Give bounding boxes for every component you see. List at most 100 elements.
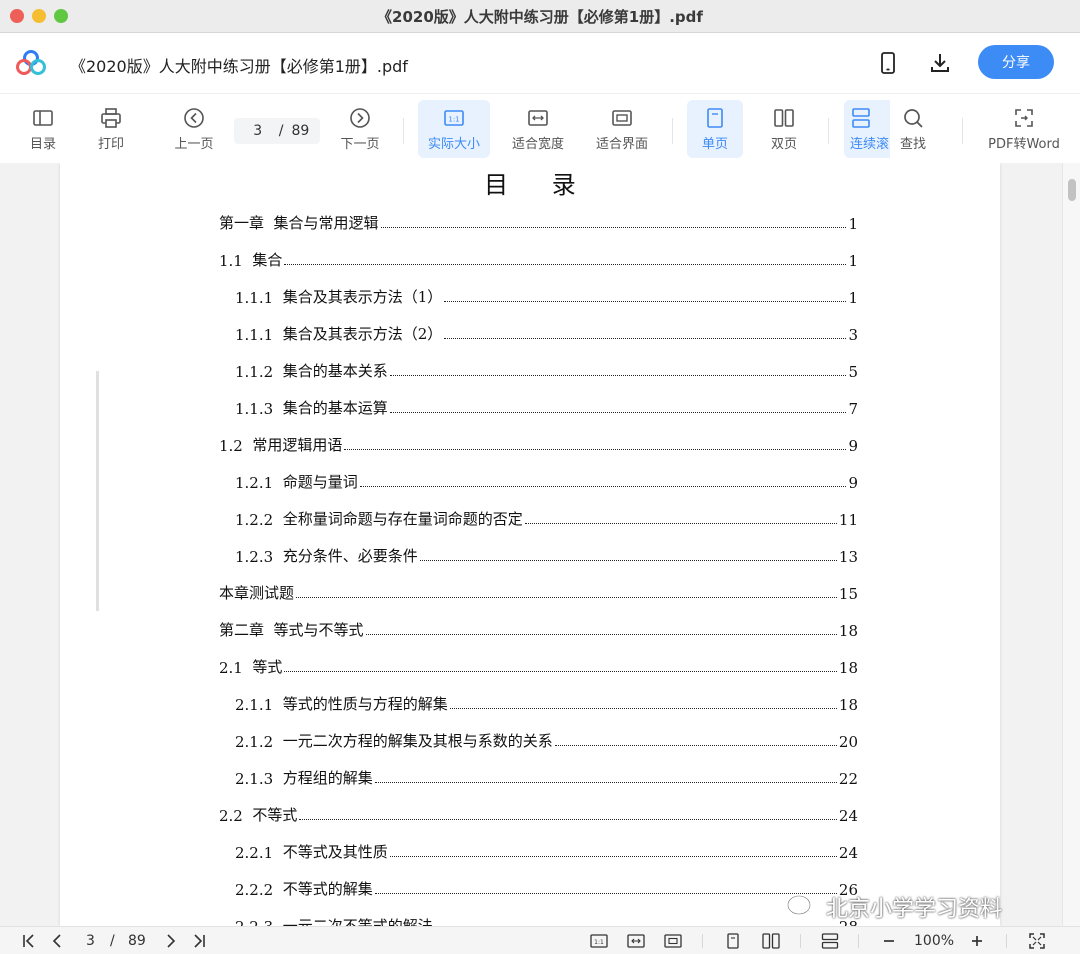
toolbar-divider: [962, 118, 963, 144]
toc-entry-title: 集合的基本关系: [282, 362, 388, 380]
toc-dot-leader: [389, 856, 837, 857]
minus-icon: [884, 940, 894, 942]
fullscreen-button[interactable]: [1028, 932, 1046, 950]
plus-icon: [972, 936, 982, 946]
toolbar-divider: [672, 118, 673, 144]
toc-entry-number: 1.1.3: [235, 400, 283, 418]
zoom-level[interactable]: 100%: [914, 933, 954, 949]
toc-entry-title: 等式的性质与方程的解集: [282, 695, 448, 713]
pdf-to-word-button[interactable]: PDF转Word: [982, 100, 1066, 158]
toc-entry[interactable]: 2.2.3 一元二次不等式的解法28: [235, 914, 858, 926]
search-button[interactable]: 查找: [892, 100, 934, 158]
toc-entry-number: 1.2.3: [235, 548, 283, 566]
fit-page-button[interactable]: 适合界面: [586, 100, 658, 158]
toc-entry-page: 22: [838, 770, 858, 788]
zoom-window-button[interactable]: [54, 9, 68, 23]
minimize-window-button[interactable]: [32, 9, 46, 23]
double-page-button[interactable]: 双页: [756, 100, 812, 158]
wechat-icon: [786, 894, 819, 919]
toc-entry[interactable]: 2.1.2 一元二次方程的解集及其根与系数的关系 20: [235, 729, 858, 751]
fit-width-button[interactable]: 适合宽度: [502, 100, 574, 158]
toc-entry[interactable]: 1.2.3 充分条件、必要条件 13: [235, 544, 858, 566]
toc-dot-leader: [554, 745, 837, 746]
last-page-icon: [194, 934, 205, 948]
toc-entry[interactable]: 第二章 等式与不等式 18: [219, 618, 858, 640]
toc-entry-title: 集合: [252, 251, 283, 269]
prev-page-button[interactable]: 上一页: [166, 100, 222, 158]
toc-entry[interactable]: 2.1 等式 18: [219, 655, 858, 677]
toc-entry[interactable]: 2.1.1 等式的性质与方程的解集 18: [235, 692, 858, 714]
toc-entry[interactable]: 1.2 常用逻辑用语 9: [219, 433, 858, 455]
status-fit-page-button[interactable]: [664, 932, 682, 950]
zoom-in-button[interactable]: [968, 932, 986, 950]
toc-entry[interactable]: 1.2.2 全称量词命题与存在量词命题的否定 11: [235, 507, 858, 529]
scrollbar-thumb[interactable]: [1068, 179, 1076, 201]
single-page-icon: [707, 107, 723, 128]
next-page-small-button[interactable]: [162, 932, 180, 950]
continuous-scroll-button[interactable]: 连续滚: [844, 100, 890, 158]
share-button[interactable]: 分享: [978, 45, 1054, 79]
status-double-page-button[interactable]: [762, 932, 780, 950]
status-actual-size-button[interactable]: 1:1: [590, 932, 608, 950]
fit-page-label: 适合界面: [595, 136, 648, 152]
document-viewer[interactable]: 目 录 第一章 集合与常用逻辑 1 1.1 集合 1 1.1.1 集合及其表示方法（1）…: [0, 163, 1080, 926]
toc-entry[interactable]: 1.1.3 集合的基本运算 7: [235, 396, 858, 418]
last-page-button[interactable]: [190, 932, 208, 950]
toc-entry-title: 等式与不等式: [273, 621, 364, 639]
toc-heading: 目 录: [484, 171, 594, 199]
toc-entry[interactable]: 2.2.1 不等式及其性质 24: [235, 840, 858, 862]
status-fit-width-button[interactable]: [627, 932, 645, 950]
prev-page-small-button[interactable]: [48, 932, 66, 950]
toc-entry[interactable]: 2.2 不等式 24: [219, 803, 858, 825]
toc-entry-page: 24: [838, 844, 858, 862]
toc-entry-page: 1: [848, 215, 858, 233]
status-continuous-button[interactable]: [821, 932, 839, 950]
toc-dot-leader: [380, 227, 846, 228]
toc-entry-number: 1.2.2: [235, 511, 283, 529]
next-page-button[interactable]: 下一页: [332, 100, 388, 158]
total-pages: 89: [291, 123, 310, 139]
page-number-input[interactable]: [244, 123, 271, 139]
toc-dot-leader: [344, 449, 846, 450]
print-button[interactable]: 打印: [90, 100, 132, 158]
download-button[interactable]: [928, 51, 952, 75]
toc-dot-leader: [389, 375, 846, 376]
status-single-page-button[interactable]: [724, 932, 742, 950]
document-name: 《2020版》人大附中练习册【必修第1册】.pdf: [70, 57, 408, 76]
chevron-left-icon: [52, 934, 61, 948]
toc-entry-title: 常用逻辑用语: [252, 436, 343, 454]
mobile-view-button[interactable]: [876, 51, 900, 75]
fit-page-small-icon: [664, 934, 682, 948]
toc-entry[interactable]: 1.1.2 集合的基本关系 5: [235, 359, 858, 381]
single-page-button[interactable]: 单页: [687, 100, 743, 158]
toc-entry-number: 第二章: [219, 621, 274, 639]
toc-entry-number: 1.1.2: [235, 363, 283, 381]
fit-width-label: 适合宽度: [511, 136, 564, 152]
toc-button[interactable]: 目录: [22, 100, 64, 158]
convert-icon: [1015, 108, 1033, 127]
toc-entry-page: 18: [838, 622, 858, 640]
toc-entry[interactable]: 2.1.3 方程组的解集 22: [235, 766, 858, 788]
first-page-button[interactable]: [20, 932, 38, 950]
toc-dot-leader: [524, 523, 837, 524]
vertical-scrollbar[interactable]: [1062, 163, 1080, 926]
svg-text:1:1: 1:1: [594, 939, 604, 946]
toc-entry[interactable]: 1.1.1 集合及其表示方法（1） 1: [235, 285, 858, 307]
window-titlebar: 《2020版》人大附中练习册【必修第1册】.pdf: [0, 0, 1080, 33]
page-separator: /: [278, 123, 284, 139]
pdf-to-word-label: PDF转Word: [988, 136, 1060, 152]
toc-entry[interactable]: 2.2.2 不等式的解集 26: [235, 877, 858, 899]
toc-entry[interactable]: 1.1.1 集合及其表示方法（2） 3: [235, 322, 858, 344]
status-current-page[interactable]: 3: [86, 933, 95, 949]
search-icon: [904, 108, 923, 128]
toc-entry[interactable]: 本章测试题 15: [219, 581, 858, 603]
status-page-separator: /: [110, 933, 115, 949]
toc-entry[interactable]: 1.1 集合 1: [219, 248, 858, 270]
toc-entry[interactable]: 第一章 集合与常用逻辑 1: [219, 211, 858, 233]
toc-entry[interactable]: 1.2.1 命题与量词 9: [235, 470, 858, 492]
actual-size-button[interactable]: 1:1 实际大小: [418, 100, 490, 158]
zoom-out-button[interactable]: [880, 932, 898, 950]
close-window-button[interactable]: [10, 9, 24, 23]
toolbar-divider: [828, 118, 829, 144]
next-page-label: 下一页: [340, 136, 380, 152]
